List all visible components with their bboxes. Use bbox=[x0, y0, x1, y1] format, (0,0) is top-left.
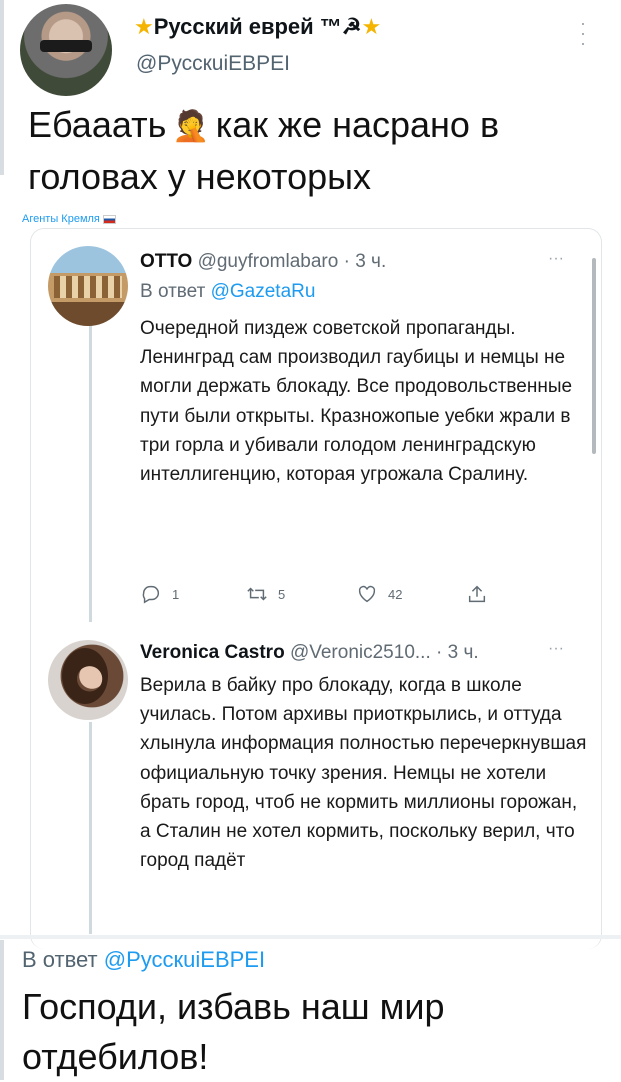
timestamp: · 3 ч. bbox=[343, 251, 387, 272]
author-handle[interactable]: @РусскuiЕВРЕI bbox=[136, 52, 290, 76]
retweet-button[interactable]: 5 bbox=[246, 583, 285, 605]
thread-rule bbox=[0, 940, 4, 1080]
author-handle[interactable]: @Veronic2510... bbox=[290, 642, 431, 663]
reply-to: В ответ @РусскuiЕВРЕI bbox=[22, 947, 266, 972]
thread-connector bbox=[89, 722, 92, 934]
like-icon bbox=[358, 585, 376, 603]
scrollbar[interactable] bbox=[592, 258, 596, 454]
share-icon bbox=[468, 585, 486, 603]
avatar[interactable] bbox=[48, 640, 128, 720]
tweet-text: Очередной пиздеж советской пропаганды. Л… bbox=[140, 318, 573, 486]
timestamp: · 3 ч. bbox=[436, 642, 479, 663]
like-button[interactable]: 42 bbox=[356, 583, 402, 605]
more-icon[interactable]: ··· bbox=[580, 14, 586, 52]
image-caption: Агенты Кремля bbox=[22, 213, 116, 225]
more-icon[interactable]: ··· bbox=[548, 250, 564, 268]
star-icon: ★ bbox=[361, 14, 382, 39]
author-handle[interactable]: @guyfromlabaro bbox=[198, 251, 339, 272]
tweet-text: Господи, избавь наш мир отдебилов! bbox=[22, 986, 445, 1077]
share-button[interactable] bbox=[466, 583, 488, 605]
mention-link[interactable]: @GazetaRu bbox=[211, 281, 316, 302]
author-name[interactable]: Veronica Castro bbox=[140, 642, 285, 663]
avatar[interactable] bbox=[48, 246, 128, 326]
tweet-text: Верила в байку про блокаду, когда в школ… bbox=[140, 675, 587, 872]
retweet-icon bbox=[247, 587, 267, 601]
reply-to: В ответ @GazetaRu bbox=[140, 281, 316, 302]
thread-connector bbox=[89, 322, 92, 622]
thread-rule bbox=[0, 0, 4, 175]
tweet-actions: 1 5 42 bbox=[140, 583, 520, 607]
more-icon[interactable]: ··· bbox=[548, 640, 564, 658]
tweet-text: Ебааать 🤦 как же насрано в головах у некот… bbox=[28, 104, 500, 198]
mention-link[interactable]: @РусскuiЕВРЕI bbox=[104, 947, 265, 972]
divider bbox=[0, 935, 621, 939]
author-name[interactable]: ОТТО bbox=[140, 251, 192, 272]
facepalm-emoji: 🤦 bbox=[172, 110, 210, 144]
star-icon: ★ bbox=[134, 14, 154, 39]
reply-icon bbox=[142, 585, 160, 604]
russia-flag-icon bbox=[102, 214, 116, 224]
tweet-header: Veronica Castro @Veronic2510... · 3 ч. bbox=[140, 642, 479, 664]
tweet-header: ОТТО @guyfromlabaro · 3 ч. bbox=[140, 251, 386, 273]
reply-button[interactable]: 1 bbox=[140, 583, 179, 605]
author-name[interactable]: ★Русский еврей ™☭★ bbox=[134, 14, 381, 40]
avatar[interactable] bbox=[20, 4, 112, 96]
